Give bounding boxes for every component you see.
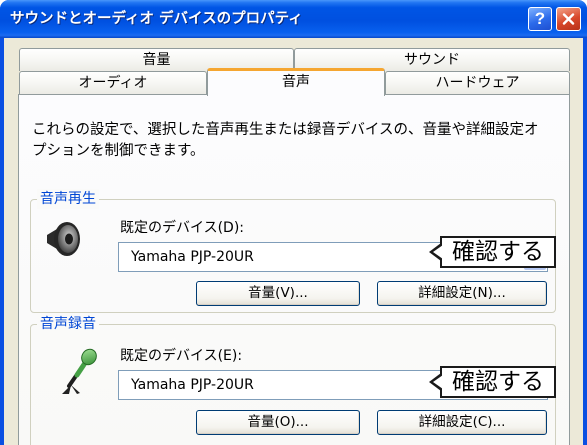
help-button[interactable]: ?	[528, 7, 552, 31]
title-bar[interactable]: サウンドとオーディオ デバイスのプロパティ ?	[0, 0, 587, 38]
playback-group-label: 音声再生	[37, 189, 99, 209]
tab-voice[interactable]: 音声	[207, 68, 385, 96]
description-text: これらの設定で、選択した音声再生または録音デバイスの、音量や詳細設定オ プション…	[32, 120, 538, 162]
speaker-icon	[44, 220, 82, 262]
playback-device-label: 既定のデバイス(D):	[120, 220, 245, 236]
window-title: サウンドとオーディオ デバイスのプロパティ	[10, 11, 303, 27]
dialog-window: サウンドとオーディオ デバイスのプロパティ ? 音量 サウンド オーディオ 音声…	[0, 0, 587, 445]
tab-audio[interactable]: オーディオ	[19, 71, 207, 94]
description-line: これらの設定で、選択した音声再生または録音デバイスの、音量や詳細設定オ	[32, 122, 539, 138]
close-icon	[562, 13, 575, 25]
recording-device-label: 既定のデバイス(E):	[120, 348, 243, 364]
playback-group: 音声再生 既定のデバイス(D): Yamaha PJP-20UR 確認する 音量…	[30, 189, 556, 313]
tab-hardware[interactable]: ハードウェア	[385, 71, 570, 94]
recording-confirm-callout: 確認する	[429, 366, 556, 398]
recording-device-value: Yamaha PJP-20UR	[131, 377, 254, 393]
description-line: プションを制御できます。	[32, 143, 205, 159]
help-icon: ?	[534, 9, 546, 28]
recording-group: 音声録音 既定のデバイス(E): Yamaha PJP-20UR 確認する 音量…	[30, 314, 556, 445]
playback-advanced-button[interactable]: 詳細設定(N)...	[377, 281, 547, 306]
recording-advanced-button[interactable]: 詳細設定(C)...	[377, 410, 547, 435]
playback-device-value: Yamaha PJP-20UR	[131, 249, 254, 265]
microphone-icon	[56, 348, 100, 400]
recording-group-label: 音声録音	[37, 314, 99, 334]
recording-volume-button[interactable]: 音量(O)...	[196, 410, 360, 435]
tab-panel: これらの設定で、選択した音声再生または録音デバイスの、音量や詳細設定オ プション…	[18, 94, 570, 445]
close-button[interactable]	[556, 7, 581, 31]
playback-volume-button[interactable]: 音量(V)...	[196, 281, 360, 306]
playback-confirm-callout: 確認する	[429, 236, 556, 268]
